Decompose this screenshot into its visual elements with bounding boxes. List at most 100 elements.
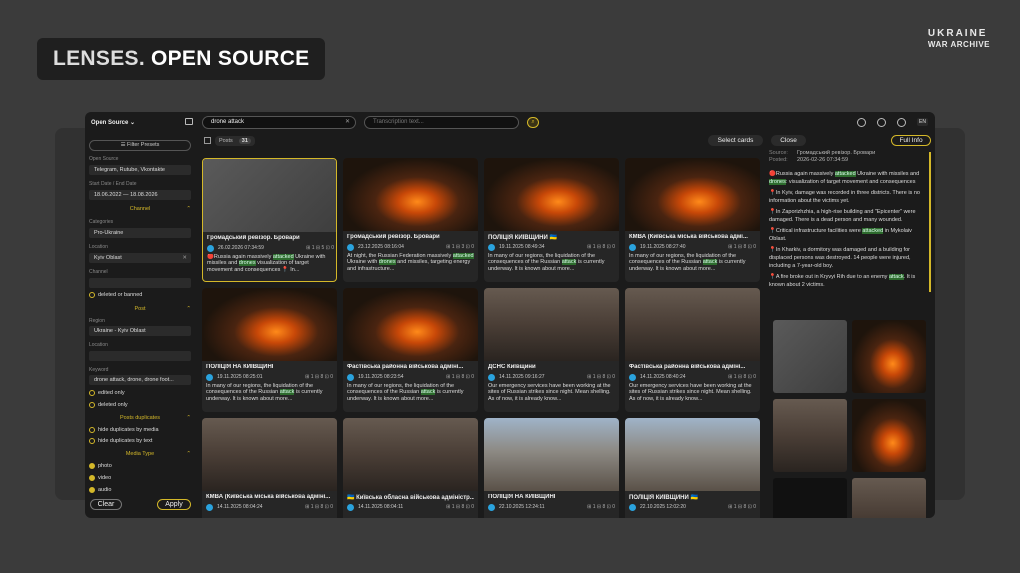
media-type-section[interactable]: Media Type ⌃ <box>89 451 191 457</box>
post-card[interactable]: Громадський ревізор. Бровари 26.02.2026 0… <box>202 158 337 282</box>
post-thumbnail[interactable] <box>484 288 619 361</box>
detail-media-thumb[interactable] <box>773 320 847 393</box>
duplicates-section-label: Posts duplicates <box>119 415 161 421</box>
channel-section[interactable]: Channel ⌃ <box>89 206 191 212</box>
post-card[interactable]: Фастівська районна військова адміні... 14… <box>625 288 760 412</box>
post-text <box>206 513 333 518</box>
channel-label: Channel <box>89 269 108 275</box>
chevron-up-icon: ⌃ <box>186 306 191 312</box>
brand-line1: UKRAINE <box>927 28 988 39</box>
post-card[interactable]: КМВА (Київська міська військова адмі... 1… <box>625 158 760 282</box>
highlight: drones <box>238 260 256 267</box>
detail-media-thumb[interactable] <box>852 399 926 472</box>
search-input[interactable]: drone attack ✕ <box>202 116 356 129</box>
post-channel-title[interactable]: ПОЛІЦІЯ КИЇВЩИНИ 🇺🇦 <box>488 234 615 241</box>
detail-media-thumb[interactable] <box>852 320 926 393</box>
post-thumbnail[interactable] <box>343 158 478 231</box>
audio-option[interactable]: audio <box>89 487 111 493</box>
bell-icon[interactable] <box>857 118 866 127</box>
post-section[interactable]: Post ⌃ <box>89 306 191 312</box>
dup-text-option[interactable]: hide duplicates by text <box>89 438 152 444</box>
panel-toggle-icon[interactable] <box>185 118 193 125</box>
region-field[interactable]: Ukraine - Kyiv Oblast <box>89 326 191 336</box>
post-channel-title[interactable]: ПОЛІЦІЯ НА КИЇВЩИНІ <box>206 364 333 370</box>
post-thumbnail[interactable] <box>484 158 619 231</box>
post-channel-title[interactable]: ПОЛІЦІЯ КИЇВЩИНИ 🇺🇦 <box>629 494 756 501</box>
channel-field[interactable] <box>89 278 191 288</box>
deleted-banned-option[interactable]: deleted or banned <box>89 292 142 298</box>
post-card[interactable]: ПОЛІЦІЯ НА КИЇВЩИНІ 22.10.2025 12:24:11 ⊞ … <box>484 418 619 518</box>
post-thumbnail[interactable] <box>343 288 478 361</box>
photo-option[interactable]: photo <box>89 463 112 469</box>
post-card[interactable]: ДСНС Київщини 14.11.2025 09:16:27 ⊞ 1 ⊟ 8 … <box>484 288 619 412</box>
highlight: attack <box>561 259 577 266</box>
apply-button[interactable]: Apply <box>157 499 191 510</box>
post-card[interactable]: 🇺🇦 Київська обласна військова адміністр.… <box>343 418 478 518</box>
post-text: In many of our regions, the liquidation … <box>629 253 756 280</box>
post-card[interactable]: ПОЛІЦІЯ НА КИЇВЩИНІ 19.11.2025 08:25:01 ⊞ … <box>202 288 337 412</box>
search-icon[interactable]: ⌕ <box>527 117 539 128</box>
duplicates-section[interactable]: Posts duplicates ⌃ <box>89 415 191 421</box>
detail-media-thumb[interactable] <box>773 399 847 472</box>
date-range-field[interactable]: 18.06.2022 — 18.08.2026 <box>89 190 191 200</box>
full-info-button[interactable]: Full Info <box>891 135 931 146</box>
user-icon[interactable] <box>877 118 886 127</box>
detail-media-thumb[interactable] <box>852 478 926 518</box>
categories-field[interactable]: Pro-Ukraine <box>89 228 191 238</box>
post-stats: ⊞ 1 ⊟ 8 ⊡ 0 <box>587 244 615 250</box>
clear-location-icon[interactable]: ✕ <box>182 253 187 263</box>
open-source-field[interactable]: Telegram, Rutube, Vkontakte <box>89 165 191 175</box>
post-channel-title[interactable]: Громадський ревізор. Бровари <box>347 234 474 240</box>
post-thumbnail[interactable] <box>625 288 760 361</box>
post-text-span: Our emergency services have been working… <box>629 383 752 402</box>
post-thumbnail[interactable] <box>343 418 478 491</box>
transcription-input[interactable]: Transcription text... <box>364 116 519 129</box>
filter-sidebar: ☰ Filter Presets Open Source Telegram, R… <box>85 136 197 518</box>
detail-media-thumb[interactable] <box>773 478 847 518</box>
video-option[interactable]: video <box>89 475 111 481</box>
source-selector[interactable]: Open Source ⌄ <box>91 119 135 126</box>
source-value[interactable]: Громадський ревізор. Бровари <box>797 150 875 157</box>
post-text-span: At night, the Russian Federation massive… <box>347 253 453 259</box>
dup-media-option[interactable]: hide duplicates by media <box>89 427 159 433</box>
hero-lenses: LENSES. <box>53 47 145 70</box>
edited-only-option[interactable]: edited only <box>89 390 125 396</box>
post-thumbnail[interactable] <box>202 418 337 491</box>
deleted-only-option[interactable]: deleted only <box>89 402 128 408</box>
detail-scrollbar[interactable] <box>929 152 931 292</box>
post-channel-title[interactable]: КМВА (Київська міська військова адмі... <box>629 234 756 240</box>
post-channel-title[interactable]: 🇺🇦 Київська обласна військова адміністр.… <box>347 494 474 501</box>
post-thumbnail[interactable] <box>625 158 760 231</box>
post-text <box>629 513 756 518</box>
post-date: 19.11.2025 08:23:54 <box>358 374 404 380</box>
clear-button[interactable]: Clear <box>90 499 122 510</box>
post-card[interactable]: Фастівська районна військова адміні... 19… <box>343 288 478 412</box>
sun-icon[interactable] <box>897 118 906 127</box>
post-thumbnail[interactable] <box>625 418 760 491</box>
post-card[interactable]: Громадський ревізор. Бровари 23.12.2025 0… <box>343 158 478 282</box>
post-channel-title[interactable]: Фастівська районна військова адміні... <box>629 364 756 370</box>
post-channel-title[interactable]: Фастівська районна військова адміні... <box>347 364 474 370</box>
close-button[interactable]: Close <box>771 135 806 146</box>
post-card[interactable]: КМВА (Київська міська військова адміні..… <box>202 418 337 518</box>
post-card[interactable]: ПОЛІЦІЯ КИЇВЩИНИ 🇺🇦 19.11.2025 08:49:34 ⊞ … <box>484 158 619 282</box>
filter-presets-button[interactable]: ☰ Filter Presets <box>89 140 191 151</box>
detail-paragraph: 📍In Kharkiv, a dormitory was damaged and… <box>769 247 911 269</box>
post-thumbnail[interactable] <box>484 418 619 491</box>
post-card[interactable]: ПОЛІЦІЯ КИЇВЩИНИ 🇺🇦 22.10.2025 12:02:20 ⊞ … <box>625 418 760 518</box>
post-thumbnail[interactable] <box>202 288 337 361</box>
post-channel-title[interactable]: ПОЛІЦІЯ НА КИЇВЩИНІ <box>488 494 615 500</box>
grid-view-icon[interactable] <box>204 137 211 144</box>
posts-count: 31 <box>238 138 251 144</box>
post-text: In many of our regions, the liquidation … <box>206 383 333 410</box>
location-field[interactable]: Kyiv Oblast ✕ <box>89 253 191 263</box>
clear-search-icon[interactable]: ✕ <box>345 117 350 128</box>
post-location-field[interactable] <box>89 351 191 361</box>
post-thumbnail[interactable] <box>203 159 336 232</box>
keyword-field[interactable]: drone attack, drone, drone foot... <box>89 375 191 385</box>
post-channel-title[interactable]: Громадський ревізор. Бровари <box>207 235 334 241</box>
post-channel-title[interactable]: КМВА (Київська міська військова адміні..… <box>206 494 333 500</box>
post-channel-title[interactable]: ДСНС Київщини <box>488 364 615 370</box>
select-cards-button[interactable]: Select cards <box>708 135 763 146</box>
language-toggle[interactable]: EN <box>917 118 928 126</box>
